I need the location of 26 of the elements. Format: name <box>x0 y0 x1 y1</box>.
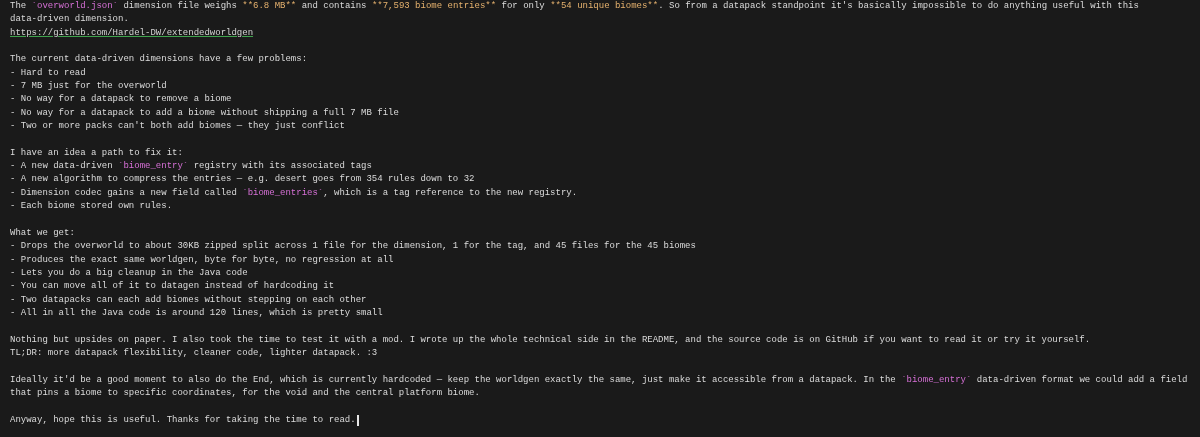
text-line: - 7 MB just for the overworld <box>10 80 167 94</box>
text-line: that pins a biome to specific coordinates, for the void and the central platform biome. <box>10 386 480 400</box>
text-line: The `overworld.json` dimension file weighs **6.8 MB** and contains **7,593 biome entries** for only **54 unique biomes**. So from a datapack standpoint it's basically impossible to do anything useful with this <box>10 0 1139 13</box>
text-line: - Drops the overworld to about 30KB zipped split across 1 file for the dimension, 1 for the tag, and 45 files for the 45 biomes <box>10 240 696 254</box>
text-line: - Two datapacks can each add biomes without stepping on each other <box>10 293 367 307</box>
text-line: - Each biome stored own rules. <box>10 200 173 214</box>
text-line: Ideally it'd be a good moment to also do the End, which is currently hardcoded — keep the worldgen exactly the same, just make it accessible from a datapack. In the `biome_entry` data-driven format we could add a field <box>10 373 1188 387</box>
text-line: - Dimension codec gains a new field called `biome_entries`, which is a tag reference to the new registry. <box>10 186 578 200</box>
text-line: Anyway, hope this is useful. Thanks for taking the time to read. <box>10 413 356 427</box>
text-line: - A new data-driven `biome_entry` registry with its associated tags <box>10 160 372 174</box>
text-line: - Two or more packs can't both add biomes — they just conflict <box>10 120 345 134</box>
text-line: - All in all the Java code is around 120 lines, which is pretty small <box>10 306 383 320</box>
text-line: - Produces the exact same worldgen, byte for byte, no regression at all <box>10 253 394 267</box>
text-line: Nothing but upsides on paper. I also took the time to test it with a mod. I wrote up the whole technical side in the README, and the source code is on GitHub if you want to read it or try it yourself. <box>10 333 1091 347</box>
text-line: - A new algorithm to compress the entries — e.g. desert goes from 354 rules down to 32 <box>10 173 475 187</box>
text-line: - No way for a datapack to remove a biome <box>10 93 232 107</box>
text-line: - You can move all of it to datagen instead of hardcoding it <box>10 280 335 294</box>
text-line: - Hard to read <box>10 66 86 80</box>
text-line: data-driven dimension. <box>10 13 129 27</box>
text-line: TL;DR: more datapack flexibility, cleaner code, lighter datapack. :3 <box>10 346 378 360</box>
text-line: - No way for a datapack to add a biome without shipping a full 7 MB file <box>10 106 399 120</box>
link[interactable]: https://github.com/Hardel-DW/extendedworldgen <box>10 26 254 41</box>
text-line: What we get: <box>10 226 75 240</box>
text-line: I have an idea a path to fix it: <box>10 146 183 160</box>
text-line: - Lets you do a big cleanup in the Java code <box>10 266 248 280</box>
text-line: The current data-driven dimensions have a few problems: <box>10 53 308 67</box>
